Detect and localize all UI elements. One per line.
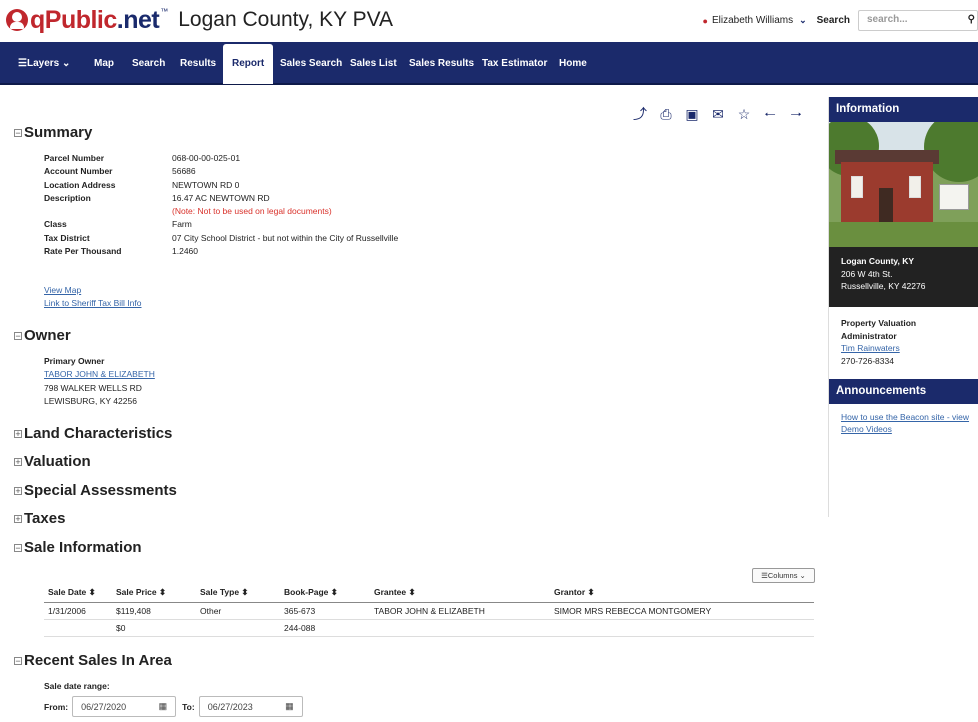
- demo-videos-link[interactable]: How to use the Beacon site - view Demo V…: [841, 412, 969, 434]
- share-icon[interactable]: ⤴: [633, 107, 647, 121]
- office-address: Logan County, KY 206 W 4th St. Russellvi…: [829, 247, 978, 307]
- sales-table: Sale Date ⬍ Sale Price ⬍ Sale Type ⬍ Boo…: [44, 583, 814, 637]
- to-label: To:: [182, 701, 195, 712]
- report-main: ⤴ ⎙ ▣ ✉ ☆ 🠀 🠂 − Summary Parcel Number 068…: [0, 87, 822, 722]
- qpublic-logo-icon: [6, 9, 28, 31]
- owner-label: Primary Owner: [44, 356, 105, 366]
- summary-row: Location Address NEWTOWN RD 0: [44, 179, 240, 190]
- arrow-right-icon[interactable]: 🠂: [789, 107, 803, 121]
- user-menu[interactable]: Elizabeth Williams: [712, 15, 793, 26]
- search-icon[interactable]: ⚲: [968, 14, 975, 25]
- collapse-icon[interactable]: −: [14, 128, 22, 137]
- summary-links: View Map Link to Sheriff Tax Bill Info: [44, 284, 142, 311]
- collapse-icon[interactable]: −: [14, 656, 22, 665]
- owner-info: Primary Owner TABOR JOHN & ELIZABETH 798…: [44, 355, 155, 408]
- section-owner[interactable]: − Owner: [14, 327, 71, 344]
- search-input[interactable]: search... ⚲: [858, 10, 978, 31]
- summary-row: Rate Per Thousand 1.2460: [44, 246, 198, 257]
- page-title: Logan County, KY PVA: [178, 8, 394, 31]
- table-header-row: Sale Date ⬍ Sale Price ⬍ Sale Type ⬍ Boo…: [44, 583, 814, 603]
- table-row: 1/31/2006 $119,408 Other 365-673 TABOR J…: [44, 602, 814, 620]
- expand-icon[interactable]: +: [14, 486, 22, 495]
- from-date-input[interactable]: 06/27/2020 ▦: [72, 696, 177, 717]
- owner-address-line2: LEWISBURG, KY 42256: [44, 395, 137, 406]
- nav-sales-search[interactable]: Sales Search: [280, 54, 342, 74]
- summary-table: Parcel Number 068-00-00-025-01 Account Nu…: [44, 152, 398, 258]
- summary-row: Parcel Number 068-00-00-025-01: [44, 153, 241, 163]
- view-map-link[interactable]: View Map: [44, 285, 81, 295]
- col-book-page[interactable]: Book-Page ⬍: [280, 583, 370, 603]
- col-grantor[interactable]: Grantor ⬍: [550, 583, 814, 603]
- pva-phone: 270-726-8334: [841, 355, 894, 366]
- owner-address-line1: 798 WALKER WELLS RD: [44, 382, 142, 393]
- sheriff-tax-link[interactable]: Link to Sheriff Tax Bill Info: [44, 298, 142, 308]
- summary-row: (Note: Not to be used on legal documents…: [172, 206, 332, 217]
- logo-text: qPublic.net: [30, 5, 160, 34]
- from-label: From:: [44, 701, 69, 712]
- section-recent-sales[interactable]: − Recent Sales In Area: [14, 652, 172, 669]
- arrow-left-icon[interactable]: 🠀: [763, 107, 777, 121]
- summary-row: Description 16.47 AC NEWTOWN RD: [44, 192, 270, 203]
- summary-row: Tax District 07 City School District - bu…: [44, 232, 399, 243]
- section-sale-information[interactable]: − Sale Information: [14, 539, 142, 556]
- to-date-input[interactable]: 06/27/2023 ▦: [198, 696, 303, 717]
- section-land[interactable]: + Land Characteristics: [14, 425, 172, 442]
- nav-layers[interactable]: ☰Layers ⌄: [18, 54, 70, 74]
- collapse-icon[interactable]: −: [14, 331, 22, 340]
- information-header: Information: [829, 97, 978, 122]
- summary-row: Account Number 56686: [44, 166, 196, 177]
- col-sale-price[interactable]: Sale Price ⬍: [112, 583, 196, 603]
- calendar-icon[interactable]: ▦: [285, 701, 294, 712]
- columns-button[interactable]: ☰Columns ⌄: [752, 568, 815, 583]
- expand-icon[interactable]: +: [14, 429, 22, 438]
- star-icon[interactable]: ☆: [737, 107, 751, 121]
- info-sidebar: Information Logan County, KY 206 W 4th S…: [828, 97, 978, 517]
- pva-contact: Property Valuation Administrator Tim Rai…: [829, 307, 978, 379]
- nav-tax-estimator[interactable]: Tax Estimator: [482, 54, 547, 74]
- nav-home[interactable]: Home: [559, 54, 587, 74]
- logo[interactable]: qPublic.net ™ Logan County, KY PVA: [6, 5, 393, 35]
- image-icon[interactable]: ▣: [685, 107, 699, 121]
- pva-name-link[interactable]: Tim Rainwaters: [841, 343, 900, 353]
- collapse-icon[interactable]: −: [14, 543, 22, 552]
- main-nav: ☰Layers ⌄ Map Search Results Report Sale…: [0, 42, 978, 85]
- col-sale-type[interactable]: Sale Type ⬍: [196, 583, 280, 603]
- nav-search[interactable]: Search: [132, 54, 165, 74]
- expand-icon[interactable]: +: [14, 457, 22, 466]
- section-taxes[interactable]: + Taxes: [14, 510, 65, 527]
- section-special-assessments[interactable]: + Special Assessments: [14, 482, 177, 499]
- owner-name-link[interactable]: TABOR JOHN & ELIZABETH: [44, 369, 155, 379]
- chevron-down-icon[interactable]: ⌄: [799, 15, 807, 26]
- user-icon: ●: [702, 15, 708, 26]
- col-sale-date[interactable]: Sale Date ⬍: [44, 583, 112, 603]
- summary-row: Class Farm: [44, 219, 192, 230]
- nav-sales-results[interactable]: Sales Results: [409, 54, 474, 74]
- expand-icon[interactable]: +: [14, 514, 22, 523]
- nav-report[interactable]: Report: [223, 44, 274, 84]
- print-icon[interactable]: ⎙: [659, 107, 673, 121]
- nav-results[interactable]: Results: [180, 54, 216, 74]
- date-range-row: From: 06/27/2020 ▦ To: 06/27/2023 ▦: [44, 696, 309, 717]
- announcements-header: Announcements: [829, 379, 978, 404]
- col-grantee[interactable]: Grantee ⬍: [370, 583, 550, 603]
- sale-date-range-label: Sale date range:: [44, 681, 110, 691]
- report-toolbar: ⤴ ⎙ ▣ ✉ ☆ 🠀 🠂: [633, 107, 803, 121]
- nav-sales-list[interactable]: Sales List: [350, 54, 397, 74]
- table-row: $0 244-088: [44, 619, 814, 637]
- search-label: Search: [816, 15, 850, 26]
- top-header: qPublic.net ™ Logan County, KY PVA ● Eli…: [0, 0, 978, 42]
- section-valuation[interactable]: + Valuation: [14, 453, 91, 470]
- user-area: ● Elizabeth Williams ⌄ Search search... …: [703, 10, 978, 31]
- nav-map[interactable]: Map: [94, 54, 114, 74]
- courthouse-photo: [829, 122, 978, 247]
- section-summary[interactable]: − Summary: [14, 124, 92, 141]
- calendar-icon[interactable]: ▦: [159, 701, 168, 712]
- trademark: ™: [160, 7, 169, 16]
- email-icon[interactable]: ✉: [711, 107, 725, 121]
